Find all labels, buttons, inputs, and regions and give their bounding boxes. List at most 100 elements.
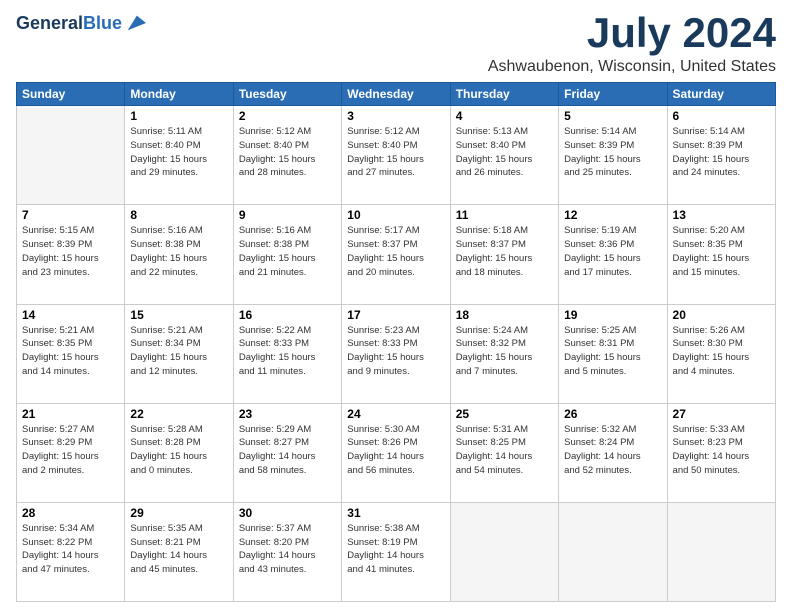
calendar-cell: 13Sunrise: 5:20 AM Sunset: 8:35 PM Dayli… [667,205,775,304]
day-number: 2 [239,109,336,123]
calendar-cell: 18 Sunrise: 5:24 AM Sunset: 8:32 PM Dayli… [450,304,558,403]
day-number: 19 [564,308,661,322]
logo: GeneralBlue [16,14,146,34]
calendar-header-monday: Monday [125,83,233,106]
day-info: Sunrise: 5:29 AM Sunset: 8:27 PM Dayligh… [239,423,336,478]
calendar-cell: 4 Sunrise: 5:13 AM Sunset: 8:40 PM Daylig… [450,106,558,205]
calendar-header-row: SundayMondayTuesdayWednesdayThursdayFrid… [17,83,776,106]
day-number: 5 [564,109,661,123]
day-info: Sunrise: 5:12 AM Sunset: 8:40 PM Dayligh… [239,125,336,180]
calendar-cell: 26Sunrise: 5:32 AM Sunset: 8:24 PM Dayli… [559,403,667,502]
day-info: Sunrise: 5:25 AM Sunset: 8:31 PM Dayligh… [564,324,661,379]
calendar-cell: 24 Sunrise: 5:30 AM Sunset: 8:26 PM Dayli… [342,403,450,502]
day-number: 20 [673,308,770,322]
day-number: 18 [456,308,553,322]
day-number: 13 [673,208,770,222]
day-number: 15 [130,308,227,322]
calendar-week-4: 21Sunrise: 5:27 AM Sunset: 8:29 PM Dayli… [17,403,776,502]
calendar-week-3: 14 Sunrise: 5:21 AM Sunset: 8:35 PM Dayli… [17,304,776,403]
day-info: Sunrise: 5:33 AM Sunset: 8:23 PM Dayligh… [673,423,770,478]
calendar-cell: 22Sunrise: 5:28 AM Sunset: 8:28 PM Dayli… [125,403,233,502]
page: GeneralBlue July 2024 Ashwaubenon, Wisco… [0,0,792,612]
day-number: 8 [130,208,227,222]
calendar-cell: 10 Sunrise: 5:17 AM Sunset: 8:37 PM Dayli… [342,205,450,304]
day-number: 30 [239,506,336,520]
calendar-cell: 31 Sunrise: 5:38 AM Sunset: 8:19 PM Dayli… [342,502,450,601]
day-info: Sunrise: 5:14 AM Sunset: 8:39 PM Dayligh… [673,125,770,180]
day-number: 21 [22,407,119,421]
day-info: Sunrise: 5:38 AM Sunset: 8:19 PM Dayligh… [347,522,444,577]
calendar-cell: 14 Sunrise: 5:21 AM Sunset: 8:35 PM Dayli… [17,304,125,403]
day-info: Sunrise: 5:16 AM Sunset: 8:38 PM Dayligh… [130,224,227,279]
day-info: Sunrise: 5:11 AM Sunset: 8:40 PM Dayligh… [130,125,227,180]
day-number: 23 [239,407,336,421]
day-info: Sunrise: 5:26 AM Sunset: 8:30 PM Dayligh… [673,324,770,379]
logo-general: General [16,13,83,33]
day-info: Sunrise: 5:24 AM Sunset: 8:32 PM Dayligh… [456,324,553,379]
calendar-cell: 17Sunrise: 5:23 AM Sunset: 8:33 PM Dayli… [342,304,450,403]
calendar-cell [559,502,667,601]
day-info: Sunrise: 5:35 AM Sunset: 8:21 PM Dayligh… [130,522,227,577]
day-number: 12 [564,208,661,222]
day-number: 11 [456,208,553,222]
logo-icon [124,12,146,34]
calendar-cell [667,502,775,601]
calendar-week-1: 1 Sunrise: 5:11 AM Sunset: 8:40 PM Daylig… [17,106,776,205]
calendar-table: SundayMondayTuesdayWednesdayThursdayFrid… [16,82,776,602]
day-number: 25 [456,407,553,421]
month-title: July 2024 [488,10,776,56]
day-info: Sunrise: 5:12 AM Sunset: 8:40 PM Dayligh… [347,125,444,180]
calendar-cell: 19 Sunrise: 5:25 AM Sunset: 8:31 PM Dayli… [559,304,667,403]
calendar-cell: 8 Sunrise: 5:16 AM Sunset: 8:38 PM Daylig… [125,205,233,304]
calendar-cell [17,106,125,205]
day-number: 3 [347,109,444,123]
calendar-week-2: 7Sunrise: 5:15 AM Sunset: 8:39 PM Daylig… [17,205,776,304]
day-number: 16 [239,308,336,322]
calendar-cell: 29 Sunrise: 5:35 AM Sunset: 8:21 PM Dayli… [125,502,233,601]
day-number: 29 [130,506,227,520]
day-info: Sunrise: 5:30 AM Sunset: 8:26 PM Dayligh… [347,423,444,478]
day-info: Sunrise: 5:21 AM Sunset: 8:34 PM Dayligh… [130,324,227,379]
day-info: Sunrise: 5:37 AM Sunset: 8:20 PM Dayligh… [239,522,336,577]
day-info: Sunrise: 5:13 AM Sunset: 8:40 PM Dayligh… [456,125,553,180]
calendar-cell: 1 Sunrise: 5:11 AM Sunset: 8:40 PM Daylig… [125,106,233,205]
calendar-header-saturday: Saturday [667,83,775,106]
day-info: Sunrise: 5:21 AM Sunset: 8:35 PM Dayligh… [22,324,119,379]
day-number: 6 [673,109,770,123]
day-number: 17 [347,308,444,322]
day-number: 27 [673,407,770,421]
calendar-header-wednesday: Wednesday [342,83,450,106]
calendar-cell: 30 Sunrise: 5:37 AM Sunset: 8:20 PM Dayli… [233,502,341,601]
day-number: 7 [22,208,119,222]
calendar-cell: 12Sunrise: 5:19 AM Sunset: 8:36 PM Dayli… [559,205,667,304]
day-number: 14 [22,308,119,322]
day-number: 31 [347,506,444,520]
logo-blue: Blue [83,13,122,33]
calendar-cell: 15 Sunrise: 5:21 AM Sunset: 8:34 PM Dayli… [125,304,233,403]
calendar-cell: 7Sunrise: 5:15 AM Sunset: 8:39 PM Daylig… [17,205,125,304]
calendar-cell: 23 Sunrise: 5:29 AM Sunset: 8:27 PM Dayli… [233,403,341,502]
calendar-week-5: 28Sunrise: 5:34 AM Sunset: 8:22 PM Dayli… [17,502,776,601]
day-number: 1 [130,109,227,123]
calendar-header-tuesday: Tuesday [233,83,341,106]
location-title: Ashwaubenon, Wisconsin, United States [488,58,776,76]
calendar-cell: 3 Sunrise: 5:12 AM Sunset: 8:40 PM Daylig… [342,106,450,205]
day-info: Sunrise: 5:14 AM Sunset: 8:39 PM Dayligh… [564,125,661,180]
calendar-cell: 27 Sunrise: 5:33 AM Sunset: 8:23 PM Dayli… [667,403,775,502]
day-number: 4 [456,109,553,123]
day-number: 10 [347,208,444,222]
day-info: Sunrise: 5:32 AM Sunset: 8:24 PM Dayligh… [564,423,661,478]
day-info: Sunrise: 5:16 AM Sunset: 8:38 PM Dayligh… [239,224,336,279]
day-number: 22 [130,407,227,421]
calendar-cell: 11 Sunrise: 5:18 AM Sunset: 8:37 PM Dayli… [450,205,558,304]
calendar-cell: 21Sunrise: 5:27 AM Sunset: 8:29 PM Dayli… [17,403,125,502]
day-info: Sunrise: 5:31 AM Sunset: 8:25 PM Dayligh… [456,423,553,478]
day-number: 24 [347,407,444,421]
calendar-cell: 16 Sunrise: 5:22 AM Sunset: 8:33 PM Dayli… [233,304,341,403]
day-info: Sunrise: 5:22 AM Sunset: 8:33 PM Dayligh… [239,324,336,379]
day-info: Sunrise: 5:18 AM Sunset: 8:37 PM Dayligh… [456,224,553,279]
calendar-cell: 28Sunrise: 5:34 AM Sunset: 8:22 PM Dayli… [17,502,125,601]
day-info: Sunrise: 5:17 AM Sunset: 8:37 PM Dayligh… [347,224,444,279]
calendar-header-sunday: Sunday [17,83,125,106]
calendar-cell: 5 Sunrise: 5:14 AM Sunset: 8:39 PM Daylig… [559,106,667,205]
